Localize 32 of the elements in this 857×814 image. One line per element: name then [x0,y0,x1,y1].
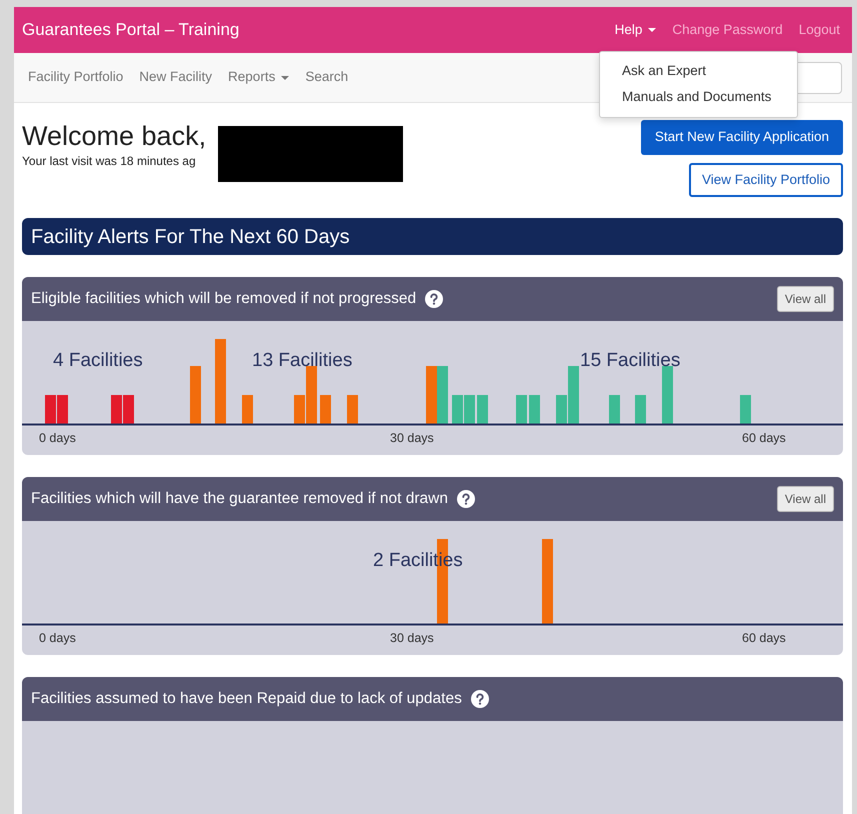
menu-item[interactable]: Ask an Expert [600,58,797,84]
axis-tick-label: 60 days [742,431,786,445]
help-icon[interactable] [470,690,489,708]
axis-tick-label: 30 days [390,631,434,645]
help-icon[interactable] [457,490,475,508]
nav-link[interactable]: New Facility [139,67,212,88]
start-application-button[interactable]: Start New Facility Application [640,120,843,155]
axis-tick-label: 0 days [39,431,76,445]
view-all-button[interactable]: View all [776,486,834,512]
view-all-button[interactable]: View all [776,286,834,312]
portal-title: Guarantees Portal – Training [22,19,240,42]
axis-tick-label: 30 days [390,431,434,445]
nav-link[interactable]: Change Password [672,20,783,40]
panel-title: Facilities which will have the guarantee removed if not drawn [31,489,448,510]
nav-link[interactable]: Logout [798,20,840,40]
panel-title: Eligible facilities which will be removed if not progressed [31,289,416,310]
last-visit-text: Your last visit was 18 minutes ag [22,153,197,170]
reports-dropdown-toggle[interactable]: Reports [228,67,290,88]
facility-count-label: 4 Facilities [53,350,143,371]
view-portfolio-button[interactable]: View Facility Portfolio [688,163,843,197]
nav-link[interactable]: Facility Portfolio [28,67,124,88]
help-dropdown-toggle[interactable]: Help [614,20,656,40]
panel-title: Facilities assumed to have been Repaid due to lack of updates [31,689,462,710]
nav-link[interactable]: Search [305,67,348,88]
axis-tick-label: 60 days [742,631,786,645]
help-icon[interactable] [425,290,444,308]
facility-count-label: 13 Facilities [252,350,352,371]
alerts-banner: Facility Alerts For The Next 60 Days [22,218,843,255]
axis-tick-label: 0 days [39,631,76,645]
welcome-heading: Welcome back, [22,120,206,152]
facility-count-label: 15 Facilities [580,350,680,371]
menu-item[interactable]: Manuals and Documents [600,84,797,110]
